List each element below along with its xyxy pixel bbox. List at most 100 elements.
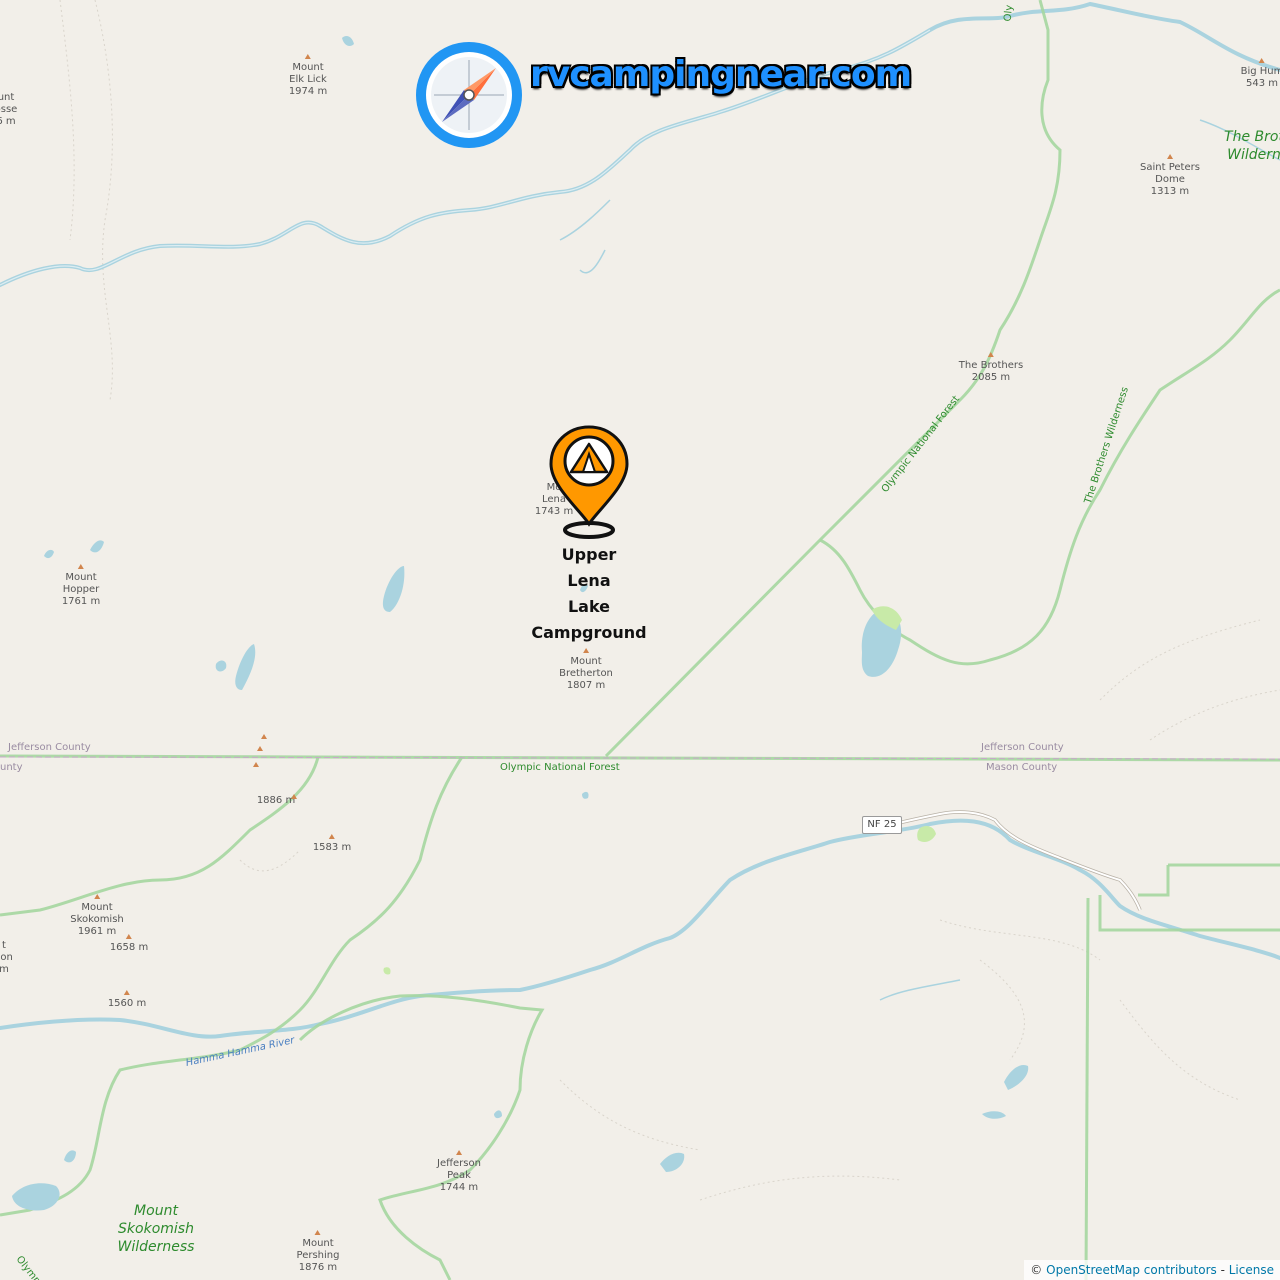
campground-label-line: Upper xyxy=(561,545,617,564)
peak-big-hump: Big Hum 543 m xyxy=(1241,58,1280,90)
campground-label: Upper Lena Lake Campground xyxy=(531,542,646,646)
peak-icon xyxy=(253,762,259,767)
wilderness-label-skokomish: Mount Skokomish Wilderness xyxy=(118,1202,195,1256)
peak-elevation: 1658 m xyxy=(109,942,149,953)
county-label-left-edge: unty xyxy=(0,762,23,773)
peak-marker xyxy=(253,762,259,770)
map-attribution: © OpenStreetMap contributors - License xyxy=(1024,1260,1280,1280)
site-logo[interactable]: rvcampingnear.com xyxy=(414,40,912,152)
peak-icon xyxy=(1166,154,1173,159)
peak-label: Big Hum xyxy=(1240,66,1280,77)
osm-contributors-link[interactable]: OpenStreetMap contributors xyxy=(1046,1263,1217,1277)
forest-label-top-edge: Oly xyxy=(1002,4,1016,23)
peak-elevation: 1313 m xyxy=(1150,186,1190,197)
streams xyxy=(559,119,1280,1001)
peak-label: t xyxy=(2,940,6,951)
peak-1560: 1560 m xyxy=(108,990,146,1010)
campground-label-line: Lena xyxy=(567,571,611,590)
peak-saint-peters-dome: Saint Peters Dome 1313 m xyxy=(1140,154,1200,198)
road-shield-nf25: NF 25 xyxy=(862,816,902,834)
peak-elevation: 1876 m xyxy=(298,1262,338,1273)
peak-icon xyxy=(78,564,84,569)
peak-label: Jefferson xyxy=(437,1158,481,1169)
campground-label-line: Lake xyxy=(567,597,611,616)
peak-1886: 1886 m xyxy=(257,795,295,807)
peak-elevation: 1744 m xyxy=(439,1182,479,1193)
peak-label: Peak xyxy=(447,1170,471,1181)
peak-label: Saint Peters xyxy=(1140,162,1200,173)
peak-label: Hopper xyxy=(62,584,100,595)
county-label-mason: Mason County xyxy=(986,762,1058,773)
peak-mount-skokomish: Mount Skokomish 1961 m xyxy=(70,894,124,938)
attribution-separator: - xyxy=(1220,1263,1225,1277)
wilderness-label-line: Wilderness xyxy=(117,1239,195,1255)
wilderness-label-line: The Brot xyxy=(1224,129,1280,145)
peak-label: Dome xyxy=(1155,174,1185,185)
wilderness-label-brothers: The Brot Wildern xyxy=(1224,128,1280,164)
peak-label: Mount xyxy=(81,902,113,913)
peak-1583: 1583 m xyxy=(313,834,351,854)
peak-icon xyxy=(329,834,335,839)
peak-elevation: 1807 m xyxy=(566,680,606,691)
wilderness-label-line: Skokomish xyxy=(118,1221,194,1237)
peak-elevation: m xyxy=(0,964,9,975)
peak-label: Pershing xyxy=(296,1250,340,1261)
peak-elevation: 1974 m xyxy=(288,86,328,97)
peak-icon xyxy=(314,1230,321,1235)
peak-icon xyxy=(94,894,100,899)
peak-label: Mount xyxy=(292,62,324,73)
peak-mount-bretherton: Mount Bretherton 1807 m xyxy=(559,648,613,692)
peak-elevation: 2085 m xyxy=(971,372,1011,383)
terrain-lines xyxy=(59,0,1280,1201)
peak-icon xyxy=(126,934,132,939)
peak-marker xyxy=(291,794,297,802)
rivers xyxy=(0,1,1280,1039)
county-label-jefferson-left: Jefferson County xyxy=(8,742,91,753)
peak-icon xyxy=(1258,58,1265,63)
peak-icon xyxy=(291,794,297,799)
peak-mount-hopper: Mount Hopper 1761 m xyxy=(62,564,100,608)
peak-elevation: 6 m xyxy=(0,116,16,127)
peak-icon xyxy=(583,648,589,653)
map-canvas[interactable]: Mount Elk Lick 1974 m unt osse 6 m Big H… xyxy=(0,0,1280,1280)
forest-label-olympic-bottom: Olympic National Forest xyxy=(500,762,620,773)
peak-label: Mount xyxy=(302,1238,334,1249)
peak-the-brothers: The Brothers 2085 m xyxy=(959,352,1023,384)
peak-icon xyxy=(124,990,130,995)
peak-elevation: 1886 m xyxy=(256,795,296,806)
county-label-jefferson-right: Jefferson County xyxy=(981,742,1064,753)
campground-label-line: Campground xyxy=(531,623,647,642)
peak-marker xyxy=(261,734,267,742)
peak-elevation: 1560 m xyxy=(107,998,147,1009)
peak-crosse-partial: unt osse 6 m xyxy=(0,92,17,128)
site-logo-text: rvcampingnear.com xyxy=(530,54,912,95)
peak-icon xyxy=(305,54,311,59)
compass-icon xyxy=(416,42,522,148)
peak-icon xyxy=(257,746,263,751)
lakes xyxy=(12,36,1029,1211)
wilderness-label-line: Mount xyxy=(134,1203,178,1219)
peak-elevation: 1583 m xyxy=(312,842,352,853)
peak-mount-pershing: Mount Pershing 1876 m xyxy=(296,1230,340,1274)
peak-label: Bretherton xyxy=(559,668,613,679)
peak-label: Mount xyxy=(570,656,602,667)
peak-elevation: 1761 m xyxy=(61,596,101,607)
peak-icon xyxy=(987,352,994,357)
peak-icon xyxy=(261,734,267,739)
peak-1658: 1658 m xyxy=(110,934,148,954)
peak-label: son xyxy=(0,952,13,963)
license-link[interactable]: License xyxy=(1229,1263,1274,1277)
copyright-symbol: © xyxy=(1030,1263,1043,1277)
wilderness-label-line: Wildern xyxy=(1227,147,1280,163)
peak-label: osse xyxy=(0,104,18,115)
peak-left-edge-partial: t son m xyxy=(0,940,13,976)
peak-jefferson-peak: Jefferson Peak 1744 m xyxy=(437,1150,481,1194)
peak-marker xyxy=(257,746,263,754)
peak-icon xyxy=(455,1150,462,1155)
peak-label: Mount xyxy=(65,572,97,583)
peak-label: Elk Lick xyxy=(289,74,327,85)
peak-elevation: 543 m xyxy=(1245,78,1279,89)
peak-label: The Brothers xyxy=(958,360,1024,371)
peak-mount-elk-lick: Mount Elk Lick 1974 m xyxy=(289,54,327,98)
campground-marker-pin[interactable] xyxy=(548,424,630,540)
